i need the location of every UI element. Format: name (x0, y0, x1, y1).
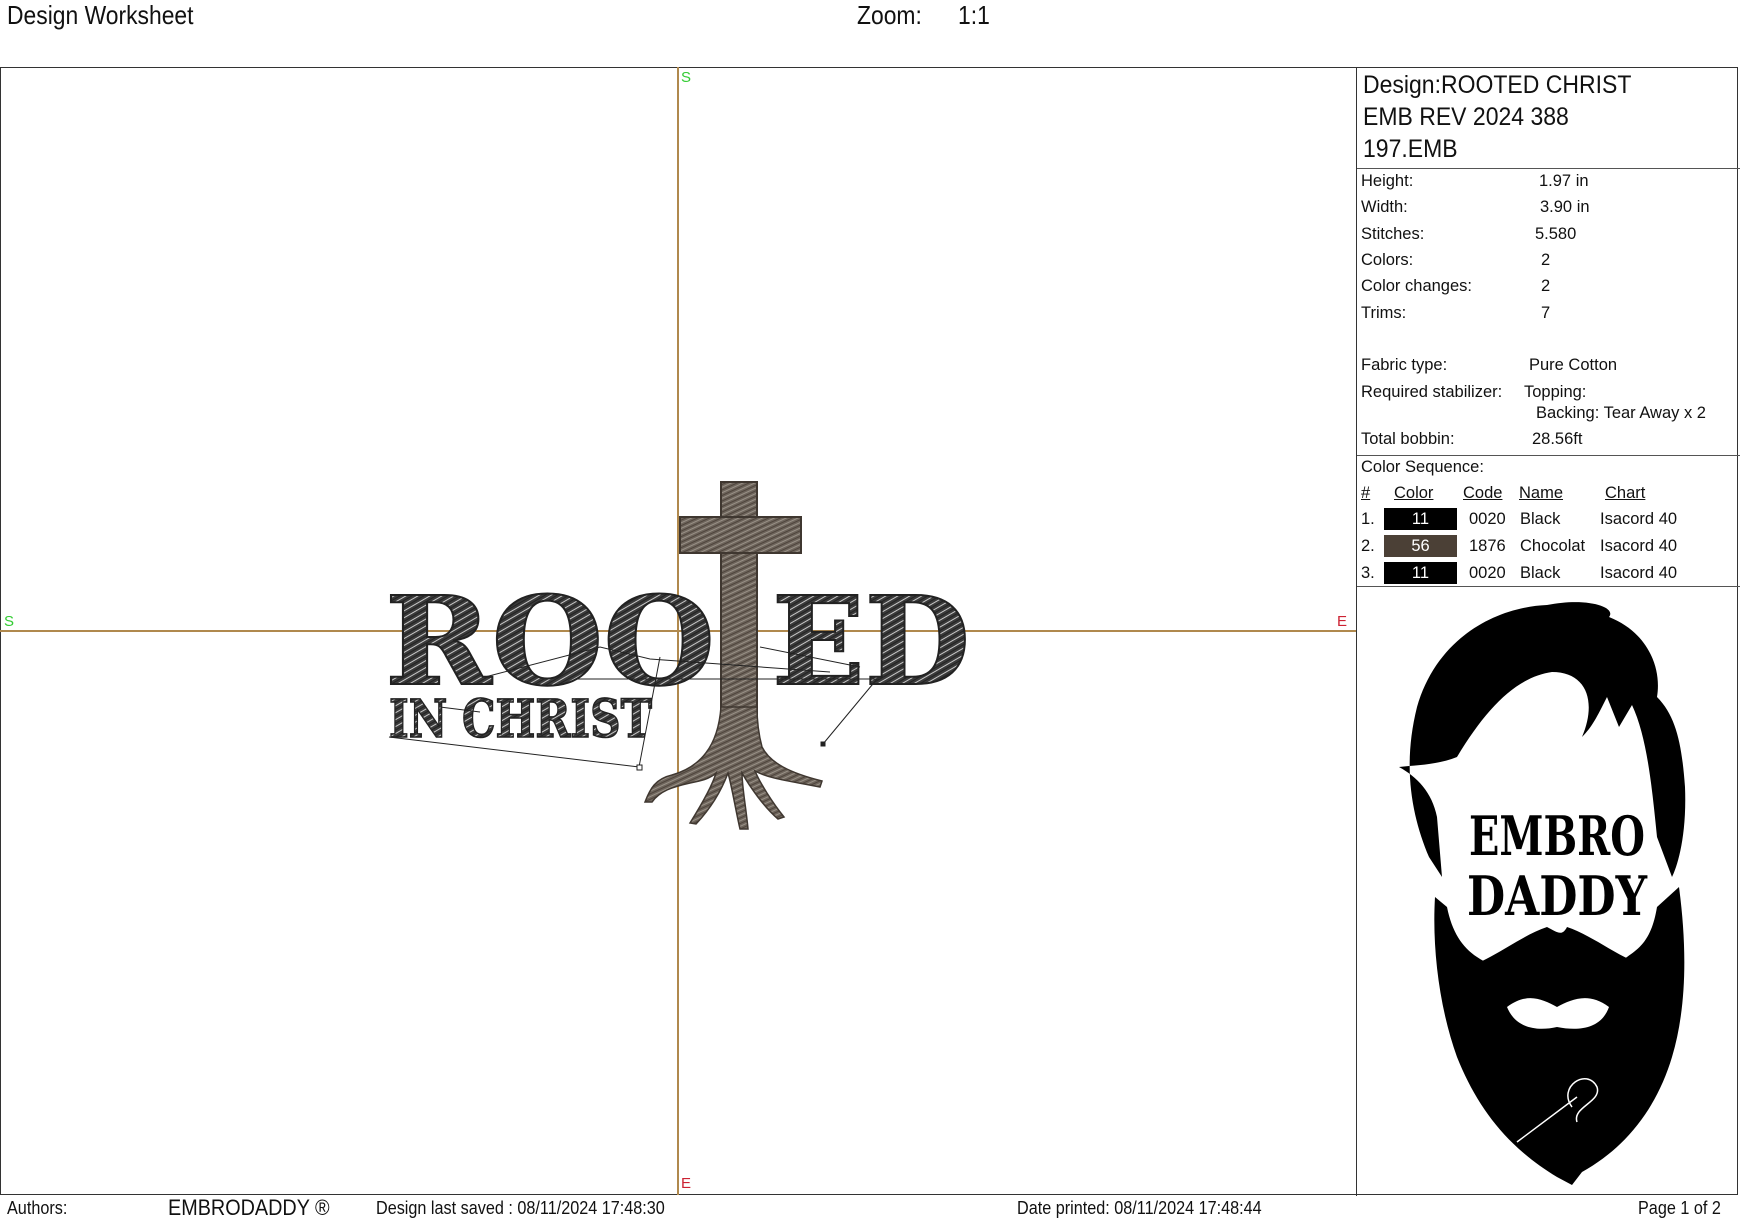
thread-name: Chocolat (1520, 537, 1586, 555)
design-title-line-1: Design:ROOTED CHRIST (1363, 71, 1632, 99)
zoom-value: 1:1 (958, 0, 990, 30)
rooted-text: ROO ED IN CHRIST (384, 568, 971, 751)
thread-name: Black (1520, 564, 1561, 582)
authors-value: EMBRODADDY ® (168, 1195, 330, 1220)
header-code: Code (1463, 484, 1503, 502)
spec-value: 2 (1541, 277, 1551, 295)
zoom-label: Zoom: (857, 0, 922, 30)
spec-label: Colors: (1361, 251, 1414, 269)
page-indicator: Page 1 of 2 (1638, 1198, 1721, 1218)
design-canvas: S S E E ROO ED IN CHRIST (0, 67, 1357, 1196)
design-last-saved: Design last saved : 08/11/2024 17:48:30 (376, 1198, 665, 1218)
color-sequence-row: 1. 11 0020 Black Isacord 40 (1361, 507, 1731, 531)
design-title-line-3: 197.EMB (1363, 135, 1458, 163)
fabric-value: Pure Cotton (1529, 356, 1618, 374)
spec-label: Stitches: (1361, 225, 1425, 243)
design-title-line-2: EMB REV 2024 388 (1363, 103, 1569, 131)
color-swatch: 11 (1384, 508, 1457, 530)
thread-code: 0020 (1469, 564, 1506, 582)
embrodaddy-logo: EMBRO DADDY (1399, 602, 1686, 1185)
date-printed: Date printed: 08/11/2024 17:48:44 (1017, 1198, 1262, 1218)
rooted-text-right: ED (772, 569, 970, 713)
design-info-panel: Design:ROOTED CHRIST EMB REV 2024 388 19… (1356, 67, 1740, 1196)
bobbin-value: 28.56ft (1532, 430, 1583, 448)
color-sequence-row: 2. 56 1876 Chocolat Isacord 40 (1361, 534, 1731, 558)
thread-chart: Isacord 40 (1600, 564, 1678, 582)
row-num: 2. (1361, 537, 1375, 555)
row-num: 3. (1361, 564, 1375, 582)
tree-roots (643, 706, 823, 830)
header-chart: Chart (1605, 484, 1646, 502)
thread-name: Black (1520, 510, 1561, 528)
stabilizer-backing: Backing: Tear Away x 2 (1536, 404, 1706, 422)
header-num: # (1361, 484, 1371, 502)
color-sequence-title: Color Sequence: (1361, 458, 1484, 476)
spec-value: 2 (1541, 251, 1551, 269)
embroidery-design: ROO ED IN CHRIST (384, 481, 971, 830)
spec-label: Height: (1361, 172, 1414, 190)
spec-value: 3.90 in (1540, 198, 1590, 216)
logo-beard (1434, 887, 1685, 1185)
fabric-label: Fabric type: (1361, 356, 1448, 374)
spec-label: Color changes: (1361, 277, 1472, 295)
stabilizer-topping: Topping: (1524, 383, 1587, 401)
header-name: Name (1519, 484, 1564, 502)
spec-value: 1.97 in (1539, 172, 1589, 190)
spec-label: Trims: (1361, 304, 1407, 322)
authors-label: Authors: (7, 1198, 68, 1218)
logo-line-2: DADDY (1467, 864, 1648, 928)
thread-code: 0020 (1469, 510, 1506, 528)
header-color: Color (1394, 484, 1434, 502)
design-title: Design:ROOTED CHRIST EMB REV 2024 388 19… (1363, 69, 1631, 165)
stabilizer-label: Required stabilizer: (1361, 383, 1503, 401)
worksheet-title: Design Worksheet (7, 0, 194, 30)
thread-chart: Isacord 40 (1600, 537, 1678, 555)
spec-value: 7 (1541, 304, 1551, 322)
in-christ-text: IN CHRIST (389, 689, 652, 750)
color-swatch: 11 (1384, 562, 1457, 584)
color-sequence-row: 3. 11 0020 Black Isacord 40 (1361, 561, 1731, 585)
panel-divider (1357, 455, 1740, 456)
bobbin-label: Total bobbin: (1361, 430, 1455, 448)
logo-line-1: EMBRO (1469, 804, 1645, 868)
panel-divider (1357, 168, 1740, 169)
row-num: 1. (1361, 510, 1375, 528)
spec-label: Width: (1361, 198, 1408, 216)
spec-value: 5.580 (1535, 225, 1577, 243)
color-swatch: 56 (1384, 535, 1457, 557)
thread-chart: Isacord 40 (1600, 510, 1678, 528)
thread-code: 1876 (1469, 537, 1506, 555)
